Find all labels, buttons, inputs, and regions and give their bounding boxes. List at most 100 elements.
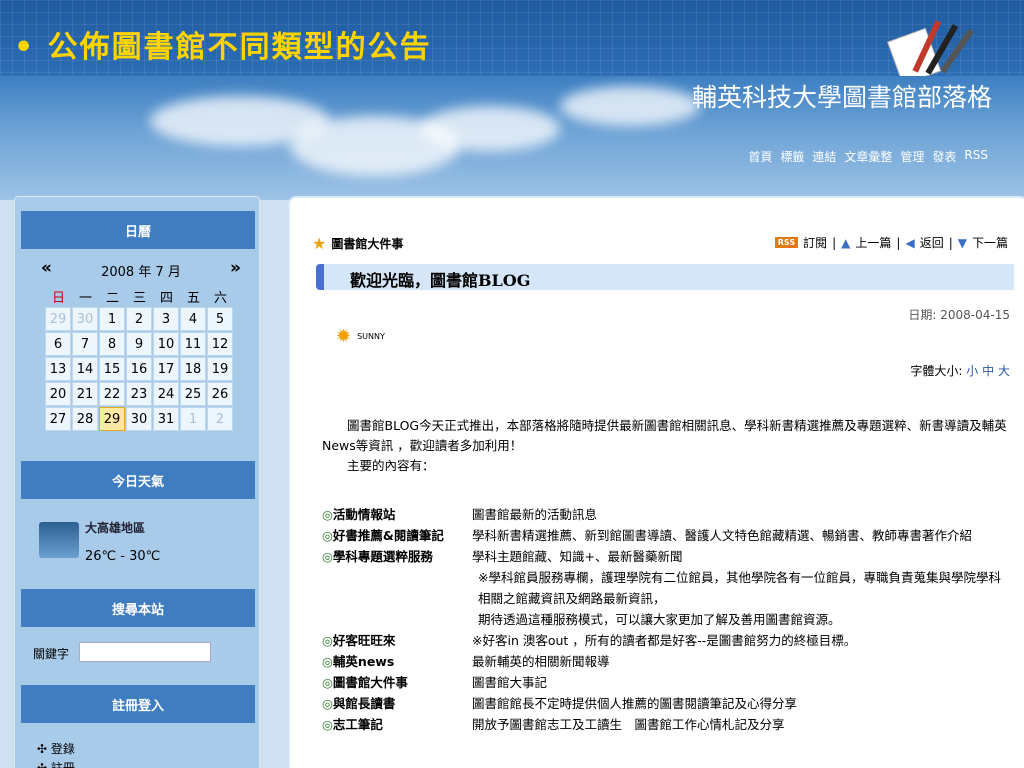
calendar-day[interactable]: 29 [99, 407, 125, 431]
login-link[interactable]: ✣ 登錄 [37, 740, 75, 757]
calendar-day[interactable]: 18 [180, 357, 206, 381]
calendar-day[interactable]: 4 [180, 307, 206, 331]
calendar-day[interactable]: 30 [72, 307, 98, 331]
weekday: 三 [132, 291, 146, 306]
calendar-day[interactable]: 22 [99, 382, 125, 406]
calendar-day[interactable]: 17 [153, 357, 179, 381]
calendar-day[interactable]: 25 [180, 382, 206, 406]
section-name[interactable]: 志工筆記 [322, 714, 472, 735]
calendar-day[interactable]: 12 [207, 332, 233, 356]
nav-archive[interactable]: 文章彙整 [844, 148, 892, 165]
section-name[interactable]: 活動情報站 [322, 504, 472, 525]
calendar-day[interactable]: 27 [45, 407, 71, 431]
calendar-day[interactable]: 3 [153, 307, 179, 331]
calendar-weekdays: 日 一 二 三 四 五 六 [45, 287, 234, 306]
weekday: 一 [78, 291, 92, 306]
font-large-button[interactable]: 大 [998, 364, 1010, 378]
section-row: 好客旺旺來※好客in 澳客out ，所有的讀者都是好客--是圖書館努力的終極目標… [322, 630, 1012, 651]
next-month-button[interactable]: » [230, 260, 241, 280]
calendar-day[interactable]: 6 [45, 332, 71, 356]
down-arrow-icon: ▼ [957, 235, 967, 250]
mood-label: SUNNY [357, 332, 385, 341]
section-desc: 學科主題館藏、知識+、最新醫藥新聞 [472, 549, 683, 564]
weather-temp: 26℃ - 30℃ [85, 549, 161, 564]
subscribe-link[interactable]: 訂閱 [803, 234, 827, 251]
section-desc: 圖書館最新的活動訊息 [472, 507, 598, 522]
section-desc: ※學科館員服務專欄，護理學院有二位館員，其他學院各有一位館員，專職負責蒐集與學院… [478, 570, 1001, 606]
section-row: 志工筆記開放予圖書館志工及工讀生 圖書館工作心情札記及分享 [322, 714, 1012, 735]
calendar-day[interactable]: 21 [72, 382, 98, 406]
cloudy-weather-icon [39, 522, 79, 558]
section-row: ※學科館員服務專欄，護理學院有二位館員，其他學院各有一位館員，專職負責蒐集與學院… [322, 567, 1012, 609]
calendar-day[interactable]: 28 [72, 407, 98, 431]
prev-month-button[interactable]: « [41, 260, 52, 280]
account-heading: 註冊登入 [21, 685, 255, 723]
calendar-day[interactable]: 8 [99, 332, 125, 356]
calendar-day[interactable]: 26 [207, 382, 233, 406]
nav-admin[interactable]: 管理 [900, 148, 924, 165]
calendar-day[interactable]: 9 [126, 332, 152, 356]
blog-name: 輔英科技大學圖書館部落格 [691, 83, 992, 112]
weather-region: 大高雄地區 [85, 521, 146, 535]
calendar-nav: « 2008 年 7 月 » [41, 260, 241, 281]
nav-home[interactable]: 首頁 [748, 148, 772, 165]
calendar-day[interactable]: 23 [126, 382, 152, 406]
keyword-input[interactable] [79, 642, 211, 662]
category-label: 圖書館大件事 [331, 237, 404, 251]
section-desc: 最新輔英的相關新聞報導 [472, 654, 610, 669]
calendar-day[interactable]: 2 [126, 307, 152, 331]
calendar-day[interactable]: 14 [72, 357, 98, 381]
back-arrow-icon: ◀ [905, 235, 915, 250]
calendar-day[interactable]: 7 [72, 332, 98, 356]
weekday: 四 [159, 291, 173, 306]
section-name[interactable]: 圖書館大件事 [322, 672, 472, 693]
calendar-day[interactable]: 30 [126, 407, 152, 431]
calendar-day[interactable]: 31 [153, 407, 179, 431]
next-post-link[interactable]: 下一篇 [972, 234, 1008, 251]
calendar-day[interactable]: 24 [153, 382, 179, 406]
section-desc: 圖書館館長不定時提供個人推薦的圖書閱讀筆記及心得分享 [472, 696, 798, 711]
nav-rss[interactable]: RSS [964, 148, 988, 165]
section-name[interactable]: 學科專題選粹服務 [322, 546, 472, 567]
sidebar: 日曆 « 2008 年 7 月 » 日 一 二 三 四 五 六 29 30 1 2 3 4… [14, 196, 260, 768]
section-row: 好書推薦&閱讀筆記學科新書精選推薦、新到館圖書導讀、醫護人文特色館藏精選、暢銷書… [322, 525, 1012, 546]
weekday: 五 [186, 291, 200, 306]
section-name[interactable]: 與館長讀書 [322, 693, 472, 714]
prev-post-link[interactable]: 上一篇 [855, 234, 891, 251]
font-medium-button[interactable]: 中 [982, 364, 994, 378]
section-name[interactable]: 好客旺旺來 [322, 630, 472, 651]
up-arrow-icon: ▲ [841, 235, 851, 250]
post-category[interactable]: ★ 圖書館大件事 [312, 234, 403, 253]
intro-paragraph: 圖書館BLOG今天正式推出，本部落格將隨時提供最新圖書館相關訊息、學科新書精選推… [322, 418, 1007, 453]
back-link[interactable]: 返回 [920, 234, 944, 251]
rss-badge[interactable]: RSS [774, 237, 799, 248]
calendar-day[interactable]: 11 [180, 332, 206, 356]
mood: ✹ SUNNY [336, 326, 385, 347]
calendar-day[interactable]: 5 [207, 307, 233, 331]
section-name[interactable]: 輔英news [322, 651, 472, 672]
section-list: 活動情報站圖書館最新的活動訊息好書推薦&閱讀筆記學科新書精選推薦、新到館圖書導讀… [322, 504, 1012, 735]
calendar-day[interactable]: 13 [45, 357, 71, 381]
calendar-day[interactable]: 2 [207, 407, 233, 431]
calendar-day[interactable]: 1 [180, 407, 206, 431]
post-date: 日期: 2008-04-15 [908, 308, 1010, 322]
font-size-label: 字體大小: [910, 364, 963, 378]
section-desc: 圖書館大事記 [472, 675, 548, 690]
sun-icon: ✹ [336, 326, 352, 347]
calendar-day[interactable]: 29 [45, 307, 71, 331]
calendar-grid: 29 30 1 2 3 4 5 6 7 8 9 10 11 12 13 14 15 16 17 18 19 20 21 22 2… [45, 307, 233, 431]
calendar-day[interactable]: 16 [126, 357, 152, 381]
calendar-day[interactable]: 1 [99, 307, 125, 331]
section-name[interactable]: 好書推薦&閱讀筆記 [322, 525, 472, 546]
font-size-control: 字體大小: 小 中 大 [910, 362, 1010, 379]
font-small-button[interactable]: 小 [966, 364, 978, 378]
section-row: 輔英news最新輔英的相關新聞報導 [322, 651, 1012, 672]
nav-links[interactable]: 連結 [812, 148, 836, 165]
calendar-day[interactable]: 10 [153, 332, 179, 356]
register-link[interactable]: ✣ 註冊 [37, 759, 75, 768]
calendar-day[interactable]: 15 [99, 357, 125, 381]
calendar-day[interactable]: 19 [207, 357, 233, 381]
nav-post[interactable]: 發表 [932, 148, 956, 165]
nav-tags[interactable]: 標籤 [780, 148, 804, 165]
calendar-day[interactable]: 20 [45, 382, 71, 406]
